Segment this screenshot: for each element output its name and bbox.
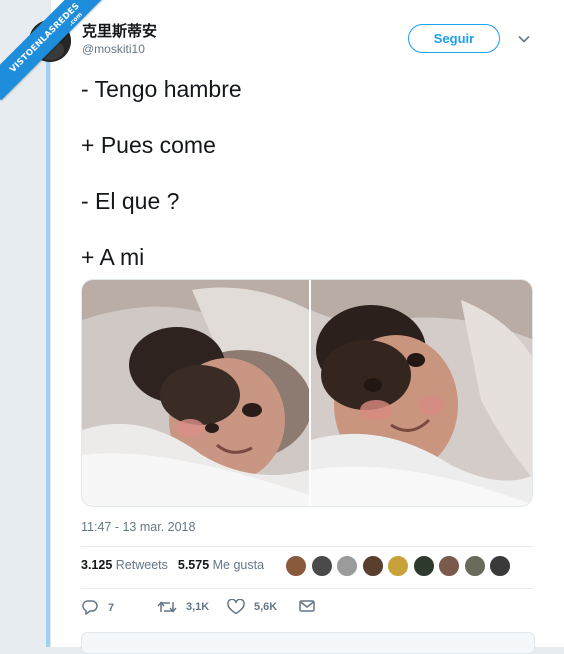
tweet-text-line: - Tengo hambre	[81, 76, 242, 102]
user-handle[interactable]: @moskiti10	[82, 42, 145, 56]
liker-avatar[interactable]	[310, 555, 333, 577]
reply-box[interactable]	[81, 632, 535, 654]
liker-avatar[interactable]	[438, 555, 460, 577]
reply-count: 7	[108, 601, 115, 614]
like-button[interactable]: 5,6K	[227, 599, 277, 615]
tweet-text-line: + Pues come	[81, 132, 216, 158]
likers-avatars	[285, 555, 515, 577]
retweets-label: Retweets	[115, 558, 168, 572]
liker-avatar[interactable]	[285, 555, 307, 577]
engagement-stats: 3.125 Retweets 5.575 Me gusta	[81, 558, 264, 572]
tweet-timestamp[interactable]: 11:47 - 13 mar. 2018	[81, 520, 195, 534]
message-button[interactable]	[299, 599, 315, 613]
like-count: 5,6K	[254, 601, 278, 613]
liker-avatar[interactable]	[463, 555, 486, 577]
chevron-down-icon[interactable]	[517, 32, 531, 46]
liker-avatar[interactable]	[336, 555, 358, 577]
retweets-stat[interactable]: 3.125 Retweets	[81, 558, 168, 572]
retweets-count: 3.125	[81, 558, 113, 572]
tweet-media[interactable]	[81, 279, 533, 507]
liker-avatar[interactable]	[412, 555, 435, 577]
follow-button[interactable]: Seguir	[408, 24, 500, 53]
envelope-icon	[299, 600, 315, 612]
heart-icon	[227, 599, 245, 615]
divider	[81, 588, 533, 589]
display-name[interactable]: 克里斯蒂安	[82, 20, 157, 41]
baby-photo-left[interactable]	[82, 280, 309, 507]
likes-stat[interactable]: 5.575 Me gusta	[178, 558, 264, 572]
retweet-count: 3,1K	[186, 601, 210, 613]
thread-bar	[46, 60, 50, 647]
divider	[81, 546, 533, 547]
liker-avatar[interactable]	[361, 555, 384, 577]
reply-icon	[82, 600, 98, 615]
reply-button[interactable]: 7	[81, 599, 114, 616]
retweet-icon	[157, 601, 177, 613]
tweet-text-line: - El que ?	[81, 188, 180, 214]
baby-photo-right[interactable]	[311, 280, 533, 507]
likes-label: Me gusta	[212, 558, 265, 572]
retweet-button[interactable]: 3,1K	[157, 599, 209, 615]
liker-avatar[interactable]	[387, 555, 409, 577]
liker-avatar[interactable]	[489, 555, 511, 577]
likes-count: 5.575	[177, 558, 210, 572]
tweet-text-line: + A mi	[81, 244, 145, 270]
